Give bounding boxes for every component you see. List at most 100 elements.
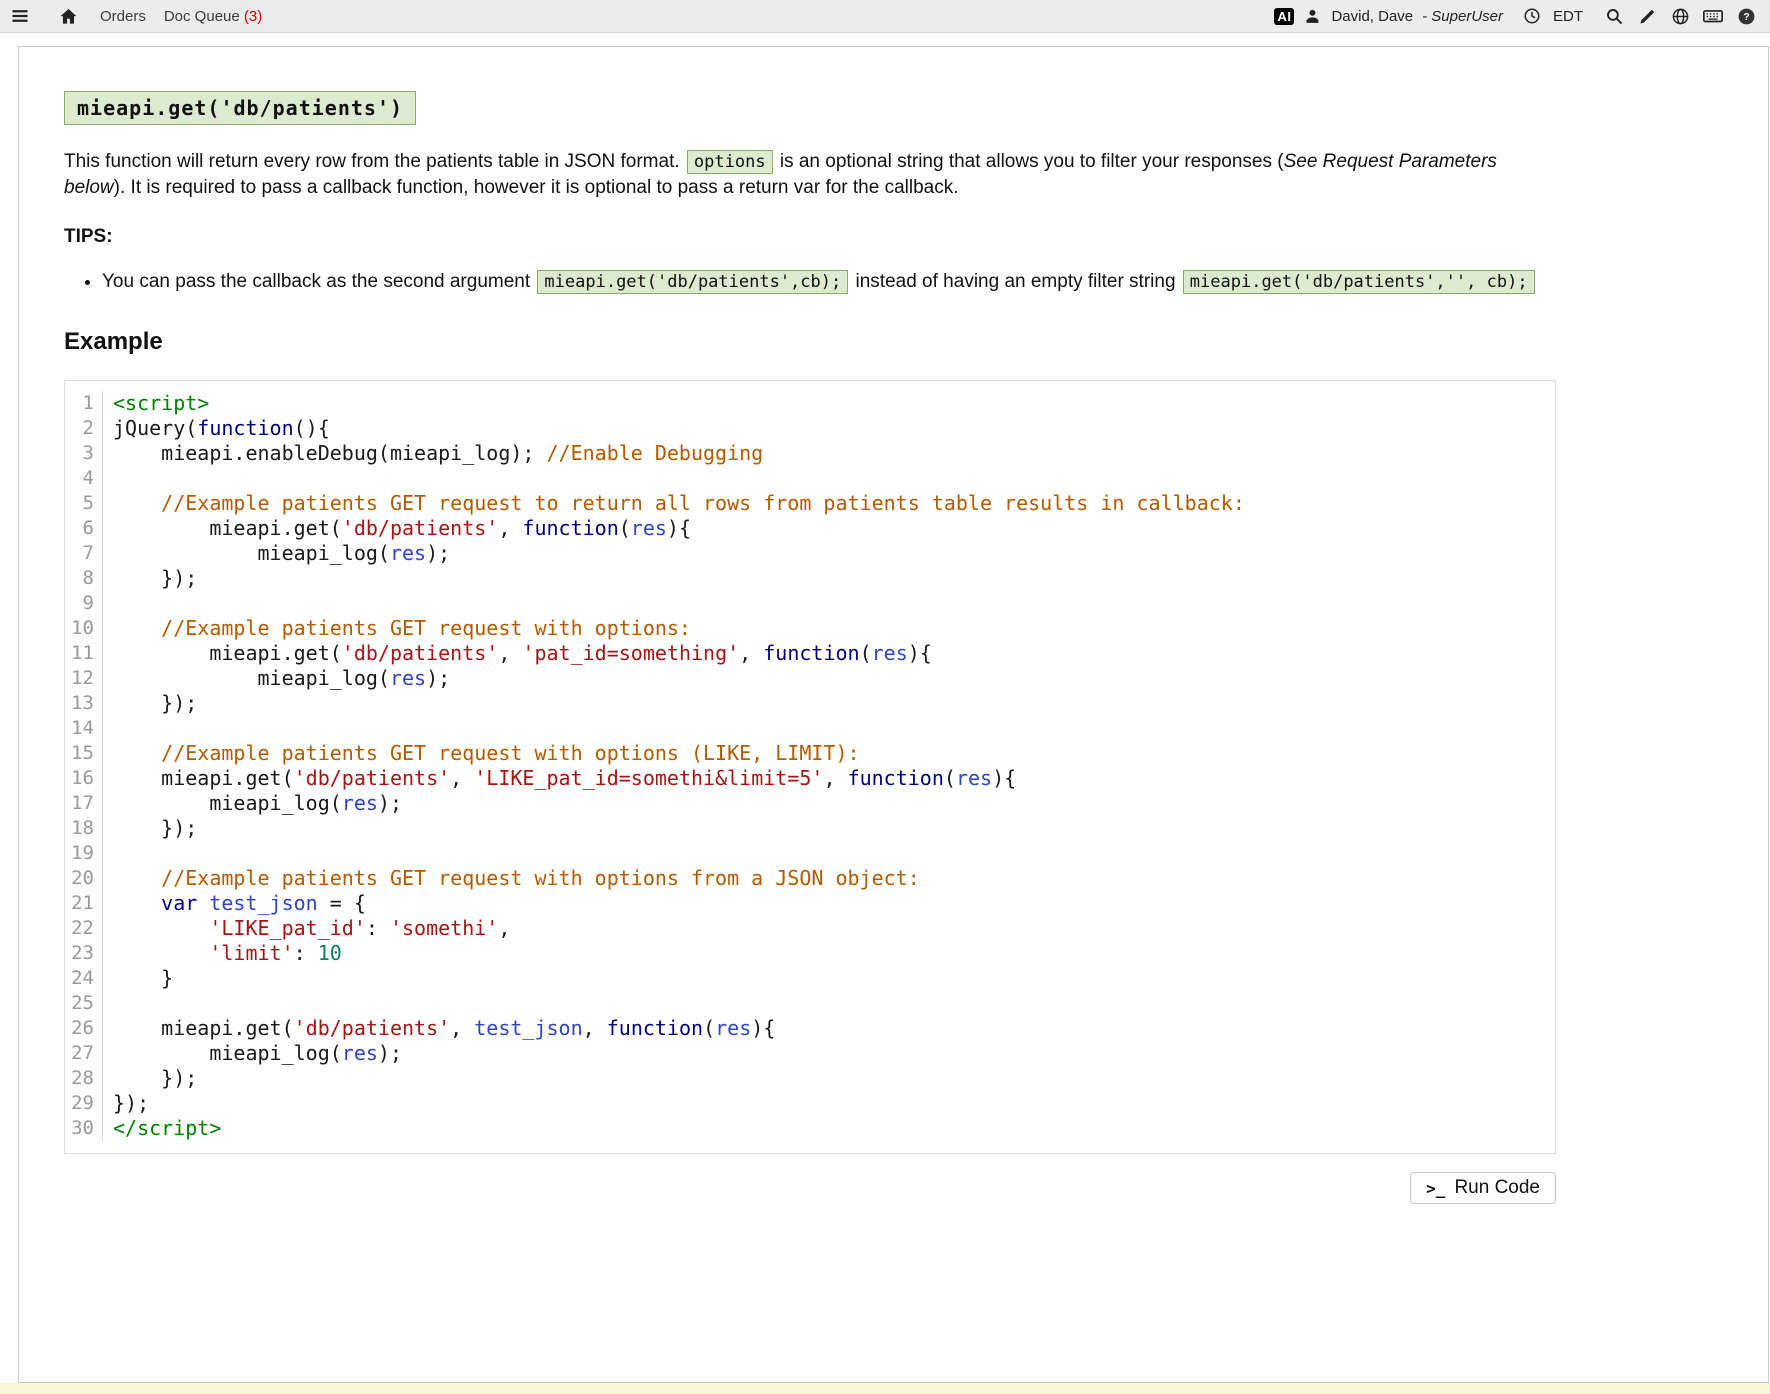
code-editor[interactable]: 1<script>2jQuery(function(){3 mieapi.ena… [64,380,1556,1154]
breadcrumb-doc-queue-label: Doc Queue [164,8,240,25]
code-line: 28 }); [65,1066,1555,1091]
bottom-strip [0,1383,1770,1394]
line-number: 29 [65,1091,103,1116]
code-line: 23 'limit': 10 [65,941,1555,966]
line-number: 4 [65,466,103,491]
breadcrumb-orders[interactable]: Orders [96,8,150,25]
line-number: 1 [65,391,103,416]
edit-wand-icon[interactable] [1635,4,1659,28]
line-number: 13 [65,691,103,716]
topbar: Orders Doc Queue (3) AI David, Dave - Su… [0,0,1770,33]
search-icon[interactable] [1602,4,1626,28]
code-line: 7 mieapi_log(res); [65,541,1555,566]
code-line: 17 mieapi_log(res); [65,791,1555,816]
code-line: 26 mieapi.get('db/patients', test_json, … [65,1016,1555,1041]
code-line: 24 } [65,966,1555,991]
keyboard-icon[interactable] [1701,4,1725,28]
code-line: 8 }); [65,566,1555,591]
code-line: 16 mieapi.get('db/patients', 'LIKE_pat_i… [65,766,1555,791]
globe-icon[interactable] [1668,4,1692,28]
code-line-text: <script> [103,391,209,416]
code-line: 25 [65,991,1555,1016]
code-line-text: }); [103,566,197,591]
line-number: 28 [65,1066,103,1091]
user-name[interactable]: David, Dave [1331,8,1413,25]
code-line-text: mieapi.enableDebug(mieapi_log); //Enable… [103,441,763,466]
code-line-text [103,991,113,1016]
topbar-right: AI David, Dave - SuperUser EDT ? [1274,4,1758,28]
run-code-button[interactable]: >_ Run Code [1410,1172,1556,1204]
svg-text:?: ? [1743,12,1749,23]
code-line: 19 [65,841,1555,866]
text-segment: ). It is required to pass a callback fun… [114,177,959,198]
code-line-text: mieapi.get('db/patients', test_json, fun… [103,1016,775,1041]
code-line-text [103,841,113,866]
code-line-text: mieapi_log(res); [103,791,402,816]
text-segment: is an optional string that allows you to… [775,151,1284,172]
tips-list: You can pass the callback as the second … [102,268,1554,296]
code-line: 11 mieapi.get('db/patients', 'pat_id=som… [65,641,1555,666]
code-line-text: } [103,966,173,991]
line-number: 24 [65,966,103,991]
code-line-text: mieapi.get('db/patients', 'LIKE_pat_id=s… [103,766,1016,791]
api-function-title: mieapi.get('db/patients') [64,91,416,125]
code-line-text: 'LIKE_pat_id': 'somethi', [103,916,510,941]
line-number: 2 [65,416,103,441]
text-segment: instead of having an empty filter string [850,271,1181,292]
code-line: 22 'LIKE_pat_id': 'somethi', [65,916,1555,941]
line-number: 12 [65,666,103,691]
code-line: 13 }); [65,691,1555,716]
code-line: 3 mieapi.enableDebug(mieapi_log); //Enab… [65,441,1555,466]
code-line: 18 }); [65,816,1555,841]
breadcrumb-doc-queue[interactable]: Doc Queue (3) [160,8,266,25]
code-line-text: }); [103,1091,149,1116]
code-line-text: //Example patients GET request with opti… [103,616,691,641]
line-number: 26 [65,1016,103,1041]
code-line-text: jQuery(function(){ [103,416,330,441]
code-line-text: 'limit': 10 [103,941,342,966]
code-line-text: mieapi_log(res); [103,541,450,566]
code-line-text [103,716,113,741]
line-number: 16 [65,766,103,791]
tip-item: You can pass the callback as the second … [102,268,1554,296]
line-number: 20 [65,866,103,891]
line-number: 9 [65,591,103,616]
code-line-text: }); [103,691,197,716]
line-number: 7 [65,541,103,566]
home-icon[interactable] [56,4,80,28]
line-number: 21 [65,891,103,916]
code-line: 1<script> [65,391,1555,416]
code-line-text: //Example patients GET request with opti… [103,741,860,766]
code-line: 27 mieapi_log(res); [65,1041,1555,1066]
help-icon[interactable]: ? [1734,4,1758,28]
user-icon[interactable] [1303,4,1322,28]
user-role: - SuperUser [1422,8,1503,25]
line-number: 11 [65,641,103,666]
code-line-text: mieapi_log(res); [103,666,450,691]
code-line: 4 [65,466,1555,491]
tips-heading: TIPS: [64,226,1554,248]
inline-code: mieapi.get('db/patients','', cb); [1183,270,1535,294]
line-number: 3 [65,441,103,466]
line-number: 10 [65,616,103,641]
line-number: 14 [65,716,103,741]
code-line: 9 [65,591,1555,616]
hamburger-menu-icon[interactable] [8,4,32,28]
line-number: 30 [65,1116,103,1141]
example-heading: Example [64,328,1554,356]
line-number: 19 [65,841,103,866]
doc-panel: mieapi.get('db/patients') This function … [18,46,1769,1383]
code-line-text: </script> [103,1116,221,1141]
code-line-text: //Example patients GET request with opti… [103,866,920,891]
line-number: 8 [65,566,103,591]
code-line: 2jQuery(function(){ [65,416,1555,441]
terminal-icon: >_ [1426,1179,1445,1198]
code-line-text [103,591,113,616]
code-lines: 1<script>2jQuery(function(){3 mieapi.ena… [65,391,1555,1141]
line-number: 15 [65,741,103,766]
line-number: 25 [65,991,103,1016]
ai-badge[interactable]: AI [1274,8,1294,25]
code-line: 10 //Example patients GET request with o… [65,616,1555,641]
code-line: 30</script> [65,1116,1555,1141]
clock-icon[interactable] [1520,4,1544,28]
